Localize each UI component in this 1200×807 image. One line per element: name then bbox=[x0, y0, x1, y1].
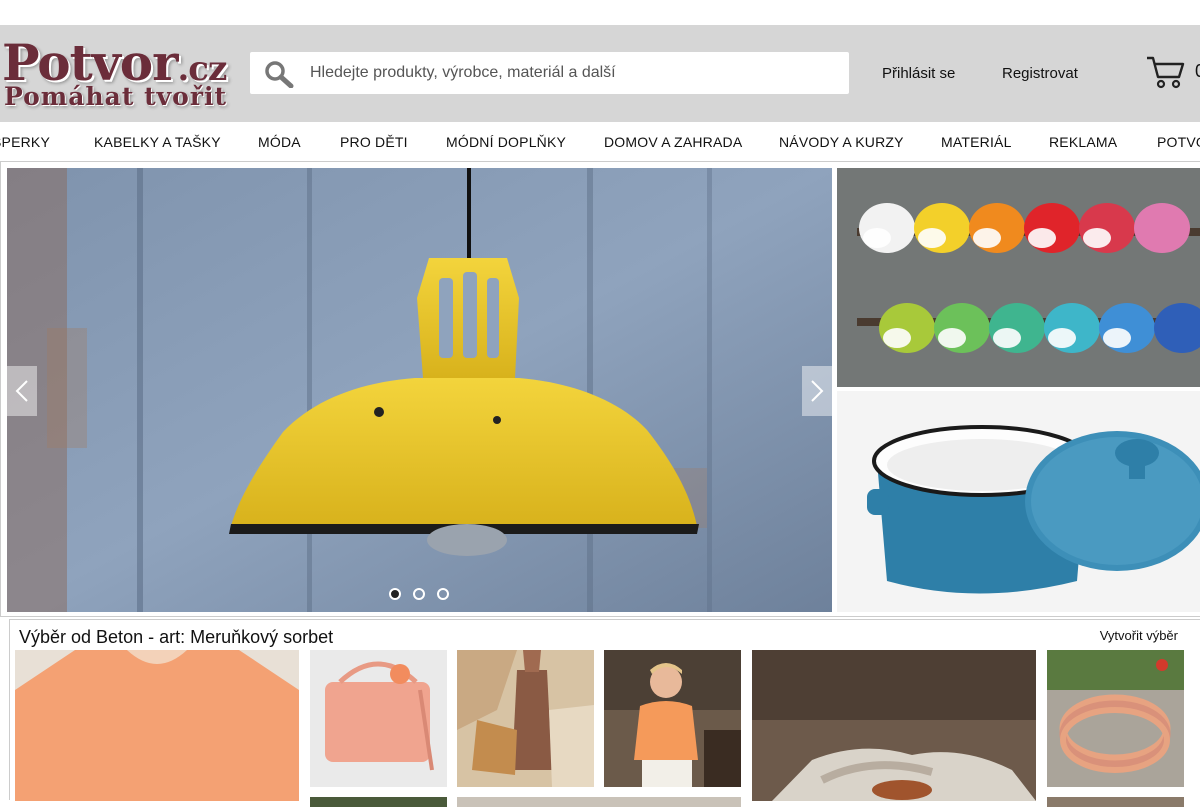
chevron-right-icon bbox=[811, 380, 824, 402]
pick-item-row2-3[interactable] bbox=[1047, 797, 1184, 807]
category-nav: ŠPERKY KABELKY A TAŠKY MÓDA PRO DĚTI MÓD… bbox=[0, 122, 1200, 162]
picks-section: Výběr od Beton - art: Meruňkový sorbet V… bbox=[9, 619, 1200, 807]
nav-item-potvor[interactable]: POTVOR bbox=[1157, 134, 1200, 150]
register-link[interactable]: Registrovat bbox=[1002, 65, 1078, 82]
chevron-left-icon bbox=[15, 380, 28, 402]
login-link[interactable]: Přihlásit se bbox=[882, 65, 955, 82]
hero-slider[interactable] bbox=[7, 168, 832, 612]
nav-item-domov-zahrada[interactable]: DOMOV A ZAHRADA bbox=[604, 134, 742, 150]
pick-item-woman-orange-shirt[interactable] bbox=[604, 650, 741, 787]
slider-dots bbox=[387, 588, 457, 602]
slider-dot-3[interactable] bbox=[437, 588, 449, 600]
site-logo[interactable]: Potvor.cz Pomáhat tvořit bbox=[0, 33, 236, 115]
promo-image-blue-pot[interactable] bbox=[837, 391, 1200, 612]
search-icon[interactable] bbox=[264, 60, 294, 88]
cart-count[interactable]: 0 bbox=[1195, 61, 1200, 82]
pick-item-row2-1[interactable] bbox=[310, 797, 447, 807]
site-header: Potvor.cz Pomáhat tvořit Přihlásit se Re… bbox=[0, 25, 1200, 122]
nav-item-kabelky[interactable]: KABELKY A TAŠKY bbox=[94, 134, 221, 150]
nav-item-modni-doplnky[interactable]: MÓDNÍ DOPLŇKY bbox=[446, 134, 566, 150]
slider-next-button[interactable] bbox=[802, 366, 832, 416]
pick-item-cubist-painting[interactable] bbox=[457, 650, 594, 787]
pick-item-crochet-bag[interactable] bbox=[310, 650, 447, 787]
pick-item-row2-2[interactable] bbox=[457, 797, 741, 807]
search-box bbox=[250, 52, 849, 94]
promo-image-mugs[interactable] bbox=[837, 168, 1200, 387]
nav-item-sperky[interactable]: ŠPERKY bbox=[0, 134, 50, 150]
nav-item-reklama[interactable]: REKLAMA bbox=[1049, 134, 1117, 150]
slider-dot-1[interactable] bbox=[389, 588, 401, 600]
slider-prev-button[interactable] bbox=[7, 366, 37, 416]
nav-item-pro-deti[interactable]: PRO DĚTI bbox=[340, 134, 408, 150]
picks-title[interactable]: Výběr od Beton - art: Meruňkový sorbet bbox=[19, 627, 333, 648]
slide-image-yellow-lamp[interactable] bbox=[7, 168, 832, 612]
nav-item-navody-kurzy[interactable]: NÁVODY A KURZY bbox=[779, 134, 904, 150]
pick-item-bead-bracelet[interactable] bbox=[1047, 650, 1184, 787]
slider-dot-2[interactable] bbox=[413, 588, 425, 600]
hero-section bbox=[0, 161, 1200, 617]
top-strip bbox=[0, 0, 1200, 25]
pick-item-driftwood[interactable] bbox=[752, 650, 1036, 801]
cart-icon[interactable] bbox=[1146, 55, 1186, 89]
nav-item-material[interactable]: MATERIÁL bbox=[941, 134, 1012, 150]
create-pick-link[interactable]: Vytvořit výběr bbox=[1100, 628, 1178, 643]
pick-item-orange-top[interactable] bbox=[15, 650, 299, 801]
search-input[interactable] bbox=[310, 52, 840, 94]
nav-item-moda[interactable]: MÓDA bbox=[258, 134, 301, 150]
